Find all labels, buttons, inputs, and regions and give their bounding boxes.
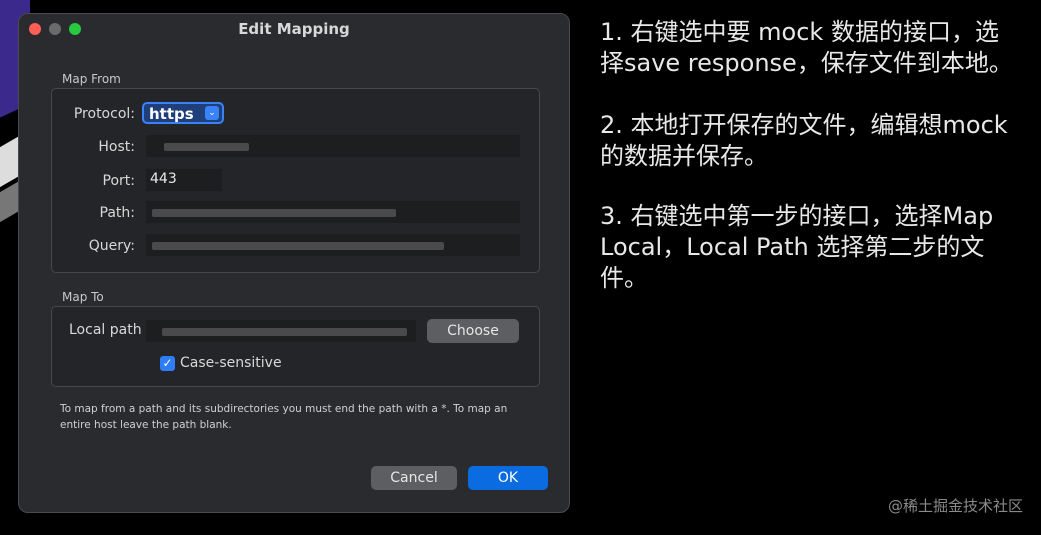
query-field[interactable] xyxy=(146,234,520,256)
instruction-step-2: 2. 本地打开保存的文件，编辑想mock 的数据并保存。 xyxy=(600,111,1008,170)
choose-button[interactable]: Choose xyxy=(427,319,519,343)
host-label: Host: xyxy=(98,139,135,155)
path-field[interactable] xyxy=(146,201,520,223)
local-path-field[interactable] xyxy=(146,320,416,342)
path-hint-text: To map from a path and its subdirectorie… xyxy=(60,403,508,431)
host-field[interactable] xyxy=(146,135,520,157)
port-value: 443 xyxy=(150,171,177,187)
ok-button[interactable]: OK xyxy=(468,466,548,490)
title-bar: Edit Mapping xyxy=(19,14,569,44)
protocol-select[interactable]: https ⌄ xyxy=(142,102,224,124)
map-to-section-label: Map To xyxy=(62,290,104,304)
protocol-value: https xyxy=(149,105,194,123)
port-label: Port: xyxy=(102,173,135,189)
case-sensitive-checkbox[interactable]: ✓ xyxy=(160,356,175,371)
cancel-button[interactable]: Cancel xyxy=(371,466,457,490)
dialog-title: Edit Mapping xyxy=(238,20,350,38)
map-from-section-label: Map From xyxy=(62,72,121,86)
protocol-label: Protocol: xyxy=(73,106,135,122)
port-field[interactable]: 443 xyxy=(146,169,222,191)
local-path-label: Local path xyxy=(69,322,142,338)
site-watermark: @稀土掘金技术社区 xyxy=(887,497,1023,515)
instruction-step-3: 3. 右键选中第一步的接口，选择Map Local，Local Path 选择第… xyxy=(600,202,994,292)
instruction-step-1: 1. 右键选中要 mock 数据的接口，选择save response，保存文件… xyxy=(600,18,1013,77)
query-label: Query: xyxy=(88,238,135,254)
path-label: Path: xyxy=(99,205,135,221)
case-sensitive-label: Case-sensitive xyxy=(180,355,282,371)
edit-mapping-dialog: Edit Mapping Map From Protocol: https ⌄ … xyxy=(18,13,570,513)
chevron-down-icon: ⌄ xyxy=(205,106,219,120)
